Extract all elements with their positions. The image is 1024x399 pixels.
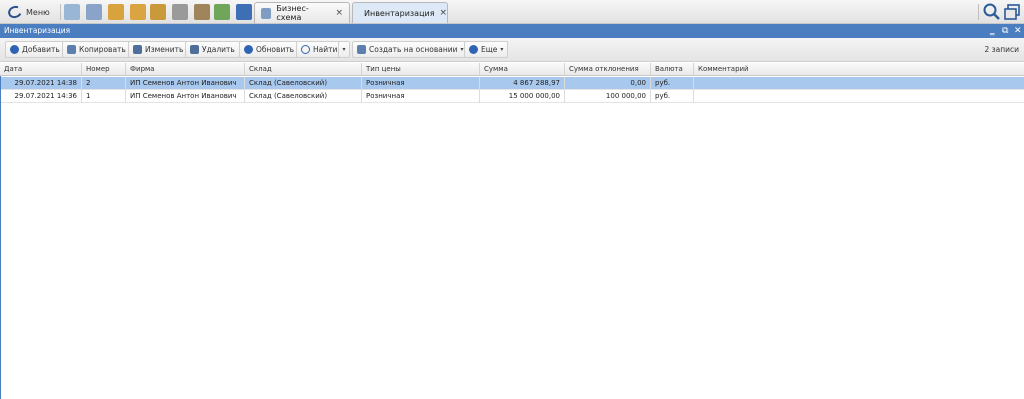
column-header-comment[interactable]: Комментарий (694, 63, 1024, 76)
more-button[interactable]: Еще ▾ (464, 41, 509, 58)
edit-button[interactable]: Изменить (128, 41, 189, 58)
quick-launch-book-icon[interactable] (236, 4, 252, 20)
column-header-sum[interactable]: Сумма (480, 63, 565, 76)
cell-price-type: Розничная (362, 77, 480, 90)
tab-label: Инвентаризация (364, 8, 435, 18)
create-based-on-button[interactable]: Создать на основании ▾ (352, 41, 469, 58)
add-label: Добавить (22, 45, 60, 54)
find-button[interactable]: Найти (296, 41, 343, 58)
quick-launch-reports-icon[interactable] (86, 4, 102, 20)
quick-launch-goods-icon[interactable] (130, 4, 146, 20)
cell-comment (694, 77, 1024, 90)
chevron-down-icon: ▾ (500, 46, 504, 53)
search-icon[interactable] (982, 2, 1002, 22)
delete-button[interactable]: Удалить (185, 41, 240, 58)
cell-warehouse: Склад (Савеловский) (245, 77, 362, 90)
edit-icon (133, 45, 142, 54)
app-topbar: Меню Бизнес-схема × Инвентаризация × (0, 0, 1024, 24)
cell-date: 29.07.2021 14:36 (0, 90, 82, 103)
app-logo-icon (6, 3, 24, 21)
add-button[interactable]: Добавить (5, 41, 65, 58)
lock-icon[interactable] (172, 4, 188, 20)
tab-inventory[interactable]: Инвентаризация × (352, 2, 448, 23)
window-titlebar: Инвентаризация ‗ ⧉ ✕ (0, 24, 1024, 38)
quick-launch-contacts-icon[interactable] (194, 4, 210, 20)
cell-sum: 4 867 288,97 (480, 77, 565, 90)
cell-comment (694, 90, 1024, 103)
cell-date: 29.07.2021 14:38 (0, 77, 82, 90)
column-header-currency[interactable]: Валюта (651, 63, 694, 76)
window-title: Инвентаризация (4, 26, 71, 35)
refresh-icon (244, 45, 253, 54)
quick-launch-folders-icon[interactable] (150, 4, 166, 20)
cell-deviation-sum: 100 000,00 (565, 90, 651, 103)
more-label: Еще (481, 45, 498, 54)
business-scheme-icon (261, 7, 272, 19)
column-header-deviation-sum[interactable]: Сумма отклонения (565, 63, 651, 76)
cell-price-type: Розничная (362, 90, 480, 103)
tab-business-scheme[interactable]: Бизнес-схема × (254, 2, 350, 23)
divider (60, 4, 61, 20)
copy-button[interactable]: Копировать (62, 41, 131, 58)
cell-currency: руб. (651, 77, 694, 90)
tab-close-icon[interactable]: × (335, 8, 343, 18)
column-header-firm[interactable]: Фирма (126, 63, 245, 76)
cell-firm: ИП Семенов Антон Иванович (126, 77, 245, 90)
tab-close-icon[interactable]: × (440, 8, 448, 18)
divider (978, 4, 979, 20)
copy-icon (67, 45, 76, 54)
toolbar: Добавить Копировать Изменить Удалить Обн… (0, 38, 1024, 62)
refresh-button[interactable]: Обновить (239, 41, 300, 58)
plus-icon (10, 45, 19, 54)
minimize-icon[interactable]: ‗ (990, 24, 995, 38)
table-row[interactable]: 29.07.2021 14:36 1 ИП Семенов Антон Иван… (0, 90, 1024, 103)
create-based-icon (357, 45, 366, 54)
close-icon[interactable]: ✕ (1014, 24, 1022, 38)
table-row[interactable]: 29.07.2021 14:38 2 ИП Семенов Антон Иван… (0, 77, 1024, 90)
magnifier-icon (301, 45, 310, 54)
column-header-date[interactable]: Дата (0, 63, 82, 76)
quick-launch-users-icon[interactable] (108, 4, 124, 20)
find-label: Найти (313, 45, 338, 54)
gear-icon (469, 45, 478, 54)
table-header: Дата Номер Фирма Склад Тип цены Сумма Су… (0, 63, 1024, 76)
column-header-number[interactable]: Номер (82, 63, 126, 76)
quick-launch-warehouse-icon[interactable] (214, 4, 230, 20)
refresh-label: Обновить (256, 45, 295, 54)
main-menu-button[interactable]: Меню (4, 3, 56, 21)
cell-warehouse: Склад (Савеловский) (245, 90, 362, 103)
column-header-price-type[interactable]: Тип цены (362, 63, 480, 76)
column-header-warehouse[interactable]: Склад (245, 63, 362, 76)
copy-label: Копировать (79, 45, 126, 54)
create-based-label: Создать на основании (369, 45, 458, 54)
tab-label: Бизнес-схема (276, 4, 309, 22)
restore-icon[interactable]: ⧉ (1002, 24, 1008, 38)
chevron-down-icon: ▾ (342, 46, 346, 53)
cell-firm: ИП Семенов Антон Иванович (126, 90, 245, 103)
quick-launch-documents-icon[interactable] (64, 4, 80, 20)
main-menu-label: Меню (26, 7, 50, 17)
record-count: 2 записи (984, 45, 1019, 54)
cell-deviation-sum: 0,00 (565, 77, 651, 90)
delete-label: Удалить (202, 45, 235, 54)
cell-currency: руб. (651, 90, 694, 103)
edit-label: Изменить (145, 45, 184, 54)
cell-number: 2 (82, 77, 126, 90)
cell-sum: 15 000 000,00 (480, 90, 565, 103)
windows-icon[interactable] (1002, 2, 1022, 22)
find-dropdown-button[interactable]: ▾ (338, 41, 350, 58)
cell-number: 1 (82, 90, 126, 103)
window-left-border (0, 76, 1, 399)
trash-icon (190, 45, 199, 54)
